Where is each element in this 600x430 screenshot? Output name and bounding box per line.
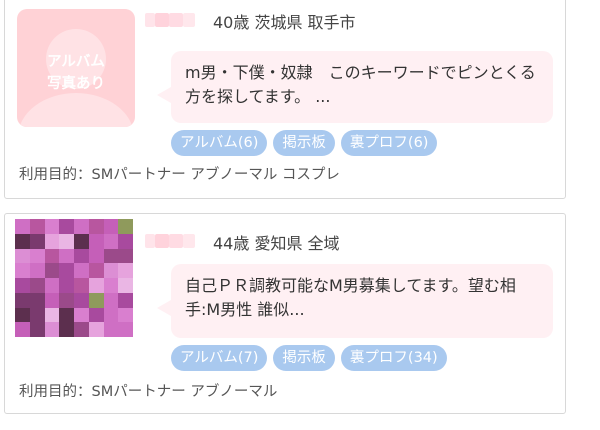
purpose-text: 利用目的：SMパートナー アブノーマル — [19, 384, 278, 400]
message-bubble[interactable]: 自己ＰＲ調教可能なM男募集してます。望む相手:M男性 誰似... — [157, 264, 553, 338]
avatar-placeholder[interactable]: アルバム 写真あり — [17, 9, 135, 127]
message-text: 自己ＰＲ調教可能なM男募集してます。望む相手:M男性 誰似... — [185, 276, 516, 319]
secret-profile-tag[interactable]: 裏プロフ(6) — [340, 130, 438, 156]
avatar-placeholder-label: アルバム 写真あり — [47, 54, 105, 92]
board-tag[interactable]: 掲示板 — [273, 345, 335, 371]
location-text: 愛知県 全域 — [254, 234, 340, 253]
profile-card[interactable]: アルバム 写真あり 40歳 茨城県 取手市 m男・下僕・奴隷 このキーワードでピ… — [4, 0, 566, 199]
album-tag[interactable]: アルバム(6) — [171, 130, 268, 156]
blurred-username — [145, 230, 203, 252]
age-text: 40歳 — [213, 13, 250, 32]
tag-list: アルバム(6) 掲示板 裏プロフ(6) — [171, 130, 438, 156]
message-bubble[interactable]: m男・下僕・奴隷 このキーワードでピンとくる方を探してます。 ... — [157, 51, 553, 123]
bubble-tail — [157, 87, 171, 103]
age-location: 40歳 茨城県 取手市 — [213, 9, 356, 33]
age-location: 44歳 愛知県 全域 — [213, 230, 340, 254]
profile-card[interactable]: 44歳 愛知県 全域 自己ＰＲ調教可能なM男募集してます。望む相手:M男性 誰似… — [4, 213, 566, 414]
tag-list: アルバム(7) 掲示板 裏プロフ(34) — [171, 345, 447, 371]
age-text: 44歳 — [213, 234, 250, 253]
avatar-photo[interactable] — [15, 219, 133, 337]
purpose-text: 利用目的：SMパートナー アブノーマル コスプレ — [19, 167, 340, 183]
message-text: m男・下僕・奴隷 このキーワードでピンとくる方を探してます。 ... — [185, 63, 536, 106]
album-tag[interactable]: アルバム(7) — [171, 345, 268, 371]
location-text: 茨城県 取手市 — [254, 13, 356, 32]
secret-profile-tag[interactable]: 裏プロフ(34) — [340, 345, 447, 371]
pixelated-flower-image — [15, 219, 133, 337]
blurred-username — [145, 9, 203, 31]
board-tag[interactable]: 掲示板 — [273, 130, 335, 156]
bubble-tail — [157, 300, 171, 316]
